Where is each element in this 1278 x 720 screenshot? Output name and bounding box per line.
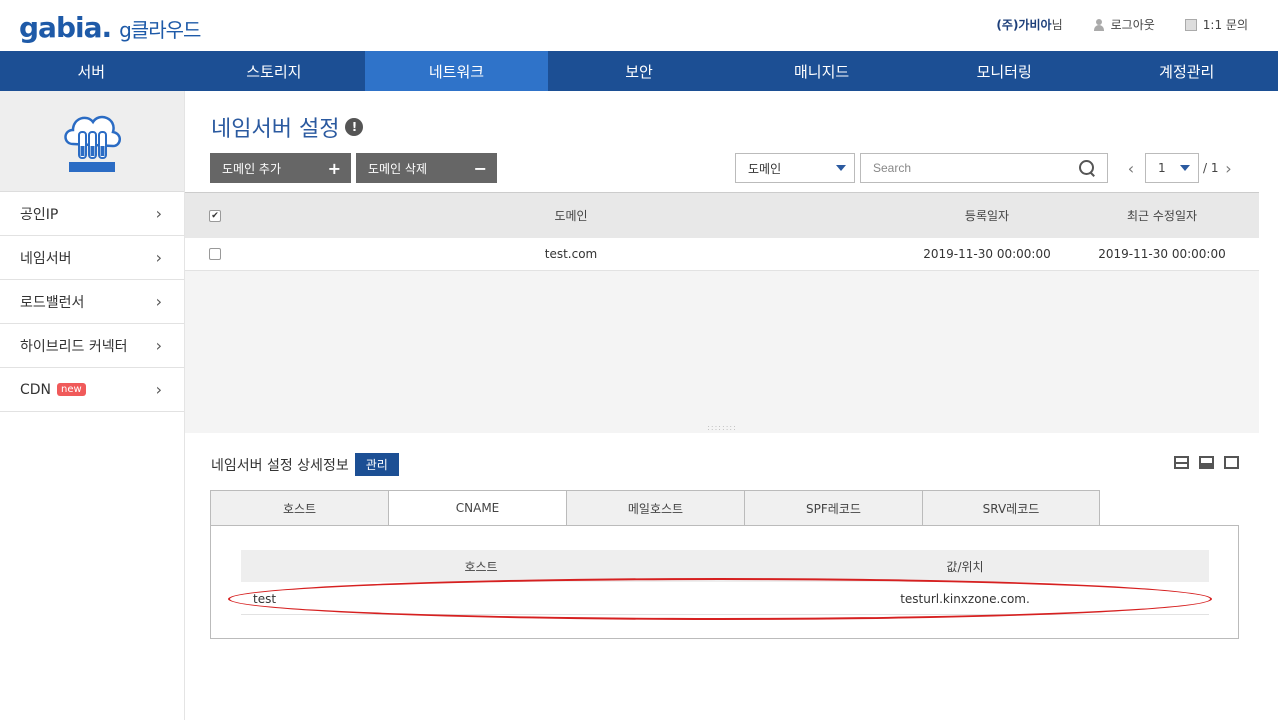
main-content: 네임서버 설정 ! 도메인 추가+ 도메인 삭제− 도메인 ‹ 1 / 1 › — [185, 91, 1259, 720]
sidebar-item-label: CDN new — [20, 382, 86, 398]
search-icon[interactable] — [1079, 160, 1095, 176]
cname-table-header: 호스트 값/위치 — [241, 550, 1209, 582]
minimize-panel-icon[interactable] — [1174, 456, 1189, 469]
delete-domain-button[interactable]: 도메인 삭제 − — [356, 153, 497, 183]
nav-network[interactable]: 네트워크 — [365, 51, 548, 91]
logo-mark: gabia. — [19, 11, 112, 44]
minus-icon: − — [473, 158, 487, 178]
chevron-right-icon: › — [155, 248, 162, 267]
top-nav: 서버 스토리지 네트워크 보안 매니지드 모니터링 계정관리 — [0, 51, 1278, 91]
tab-host[interactable]: 호스트 — [210, 490, 388, 526]
inquiry-link[interactable]: 1:1 문의 — [1184, 16, 1248, 33]
sidebar-item-nameserver[interactable]: 네임서버 › — [0, 236, 184, 280]
sidebar-item-label: 공인IP — [20, 206, 59, 223]
cell-domain: test.com — [544, 247, 598, 261]
cell-value: testurl.kinxzone.com. — [900, 591, 1030, 606]
table-header: ✔ 도메인 등록일자 최근 수정일자 — [185, 193, 1259, 238]
header-links: (주)가비아님 로그아웃 1:1 문의 — [996, 16, 1278, 33]
page-title: 네임서버 설정 ! — [211, 111, 364, 143]
prev-page-icon[interactable]: ‹ — [1121, 159, 1141, 178]
sidebar-header — [0, 91, 184, 192]
person-icon — [1093, 18, 1105, 31]
caret-down-icon — [836, 165, 846, 171]
tab-cname[interactable]: CNAME — [388, 490, 566, 526]
logout-link[interactable]: 로그아웃 — [1093, 16, 1155, 33]
half-panel-icon[interactable] — [1199, 456, 1214, 469]
add-domain-button[interactable]: 도메인 추가 + — [210, 153, 351, 183]
chevron-right-icon: › — [155, 380, 162, 399]
nav-account[interactable]: 계정관리 — [1095, 51, 1278, 91]
tab-mailhost[interactable]: 메일호스트 — [566, 490, 744, 526]
nav-storage[interactable]: 스토리지 — [183, 51, 366, 91]
sidebar: 공인IP › 네임서버 › 로드밸런서 › 하이브리드 커넥터 › CDN new… — [0, 91, 185, 720]
table-row[interactable]: test.com 2019-11-30 00:00:00 2019-11-30 … — [185, 238, 1259, 271]
pagination: ‹ 1 / 1 › — [1121, 153, 1239, 183]
col-host-header: 호스트 — [464, 559, 498, 574]
sidebar-item-label: 네임서버 — [20, 250, 72, 267]
plus-icon: + — [327, 158, 341, 178]
maximize-panel-icon[interactable] — [1224, 456, 1239, 469]
edit-icon — [1184, 18, 1197, 31]
company-name: (주)가비아님 — [996, 18, 1063, 32]
brand-logo[interactable]: gabia. g클라우드 — [19, 11, 201, 44]
cell-modified: 2019-11-30 00:00:00 — [1098, 247, 1226, 261]
pane-splitter[interactable]: :::::::: — [185, 421, 1259, 433]
col-modified-header[interactable]: 최근 수정일자 — [1077, 207, 1247, 224]
nav-security[interactable]: 보안 — [548, 51, 731, 91]
chevron-right-icon: › — [155, 336, 162, 355]
sidebar-item-load-balancer[interactable]: 로드밸런서 › — [0, 280, 184, 324]
page-toolbar: 네임서버 설정 ! 도메인 추가+ 도메인 삭제− 도메인 ‹ 1 / 1 › — [185, 91, 1259, 192]
chevron-right-icon: › — [155, 292, 162, 311]
select-all-checkbox[interactable]: ✔ — [209, 209, 221, 222]
chevron-right-icon: › — [155, 204, 162, 223]
tab-spf[interactable]: SPF레코드 — [744, 490, 922, 526]
caret-down-icon — [1180, 165, 1190, 171]
sidebar-item-hybrid-connector[interactable]: 하이브리드 커넥터 › — [0, 324, 184, 368]
cell-registered: 2019-11-30 00:00:00 — [923, 247, 1051, 261]
record-tabs: 호스트 CNAME 메일호스트 SPF레코드 SRV레코드 — [210, 490, 1100, 526]
tab-srv[interactable]: SRV레코드 — [922, 490, 1100, 526]
cname-panel: 호스트 값/위치 test testurl.kinxzone.com. — [210, 525, 1239, 639]
sidebar-item-cdn[interactable]: CDN new › — [0, 368, 184, 412]
cell-host: test — [253, 591, 277, 606]
detail-title: 네임서버 설정 상세정보 관리 — [211, 453, 399, 476]
nav-monitoring[interactable]: 모니터링 — [913, 51, 1096, 91]
table-row[interactable]: test testurl.kinxzone.com. — [241, 583, 1209, 615]
cloud-server-icon — [64, 115, 121, 172]
new-badge: new — [57, 383, 86, 396]
sidebar-item-public-ip[interactable]: 공인IP › — [0, 192, 184, 236]
inquiry-label: 1:1 문의 — [1202, 18, 1248, 32]
detail-panel: 네임서버 설정 상세정보 관리 호스트 CNAME 메일호스트 SPF레코드 S… — [185, 433, 1259, 720]
manage-button[interactable]: 관리 — [354, 453, 399, 476]
next-page-icon[interactable]: › — [1219, 159, 1239, 178]
search-input[interactable] — [861, 154, 1079, 182]
nav-server[interactable]: 서버 — [0, 51, 183, 91]
header: gabia. g클라우드 (주)가비아님 로그아웃 1:1 문의 — [0, 0, 1278, 51]
search-box — [860, 153, 1108, 183]
logout-label: 로그아웃 — [1110, 18, 1155, 32]
col-registered-header[interactable]: 등록일자 — [897, 207, 1077, 224]
info-icon[interactable]: ! — [345, 118, 364, 136]
page-select[interactable]: 1 — [1145, 153, 1199, 183]
domain-table: ✔ 도메인 등록일자 최근 수정일자 test.com 2019-11-30 0… — [185, 192, 1259, 421]
logo-product: g클라우드 — [119, 18, 201, 42]
sidebar-item-label: 하이브리드 커넥터 — [20, 338, 128, 355]
panel-view-controls — [1174, 456, 1239, 469]
nav-managed[interactable]: 매니지드 — [730, 51, 913, 91]
row-checkbox[interactable] — [209, 248, 221, 260]
col-value-header: 값/위치 — [946, 559, 984, 574]
sidebar-item-label: 로드밸런서 — [20, 294, 85, 311]
page-total: / 1 — [1203, 161, 1219, 175]
col-domain-header[interactable]: 도메인 — [245, 207, 897, 224]
filter-select[interactable]: 도메인 — [735, 153, 855, 183]
